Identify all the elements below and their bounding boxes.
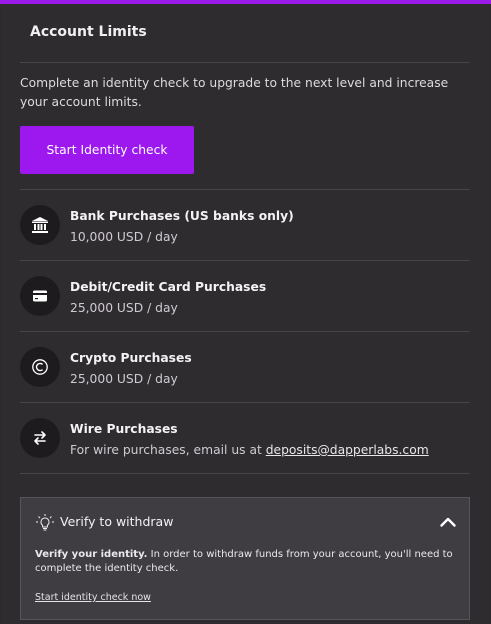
list-item: Wire Purchases For wire purchases, email… — [20, 402, 470, 474]
chevron-up-icon[interactable] — [439, 514, 457, 528]
page-title: Account Limits — [30, 24, 147, 40]
crypto-coin-icon — [20, 347, 60, 387]
notice-title: Verify to withdraw — [60, 514, 174, 529]
limit-value: For wire purchases, email us at deposits… — [70, 443, 429, 457]
limit-name: Crypto Purchases — [70, 351, 192, 365]
list-item: Debit/Credit Card Purchases 25,000 USD /… — [20, 260, 470, 331]
limit-name: Wire Purchases — [70, 422, 178, 436]
intro-text: Complete an identity check to upgrade to… — [20, 76, 449, 109]
wire-text: For wire purchases, email us at — [70, 443, 266, 457]
start-identity-check-link[interactable]: Start identity check now — [35, 592, 151, 603]
limits-list: Bank Purchases (US banks only) 10,000 US… — [20, 189, 470, 474]
list-item: Bank Purchases (US banks only) 10,000 US… — [20, 189, 470, 260]
panel-header: Account Limits — [20, 22, 470, 63]
start-identity-check-button[interactable]: Start Identity check — [20, 126, 194, 174]
verify-withdraw-notice: Verify to withdraw Verify your identity.… — [20, 497, 470, 620]
notice-bold: Verify your identity. — [35, 549, 148, 560]
limit-value: 10,000 USD / day — [70, 230, 178, 244]
limit-name: Debit/Credit Card Purchases — [70, 280, 267, 294]
deposits-email-link[interactable]: deposits@dapperlabs.com — [266, 443, 429, 457]
limit-name: Bank Purchases (US banks only) — [70, 209, 294, 223]
limit-value: 25,000 USD / day — [70, 301, 178, 315]
list-item: Crypto Purchases 25,000 USD / day — [20, 331, 470, 402]
notice-body: Verify your identity. In order to withdr… — [35, 548, 455, 576]
account-limits-panel: Account Limits Complete an identity chec… — [1, 4, 490, 624]
credit-card-icon — [20, 276, 60, 316]
transfer-arrows-icon — [20, 418, 60, 458]
bank-icon — [20, 205, 60, 245]
limit-value: 25,000 USD / day — [70, 372, 178, 386]
lightbulb-icon — [35, 513, 55, 533]
